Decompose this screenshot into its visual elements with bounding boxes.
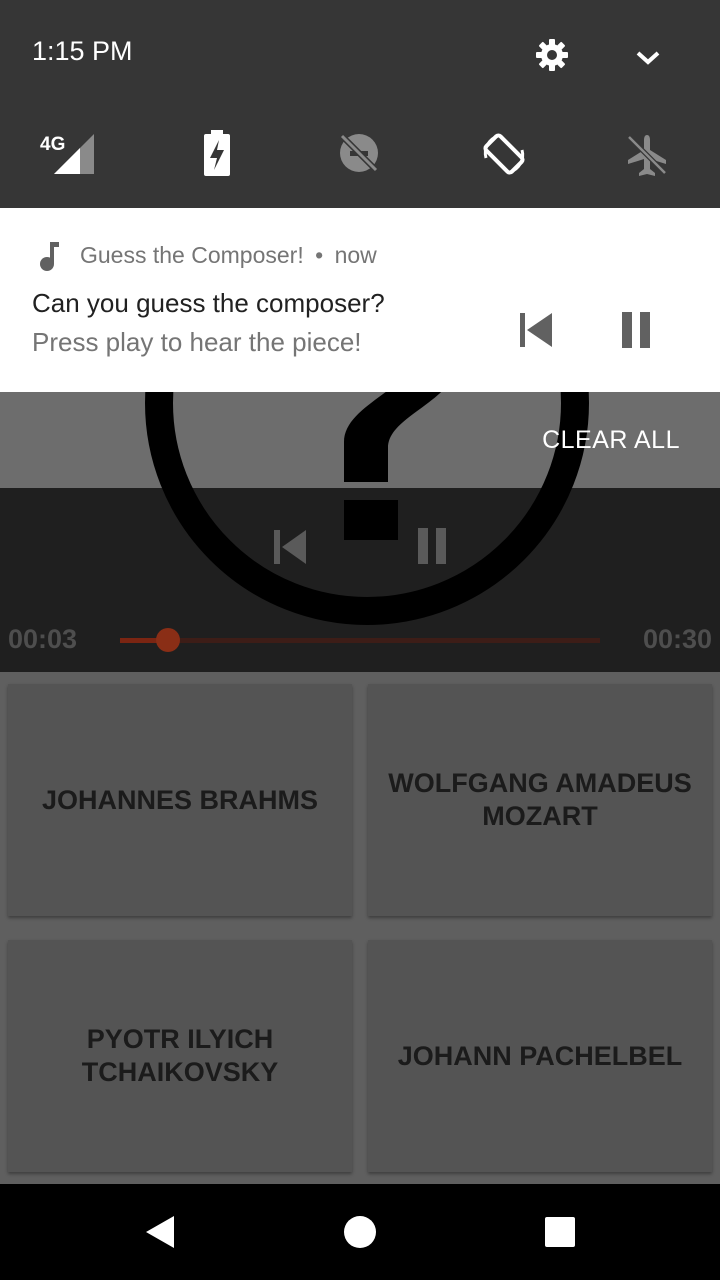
navigation-bar xyxy=(0,1184,720,1280)
skip-previous-button[interactable] xyxy=(266,526,314,570)
signal-4g-icon: 4G xyxy=(40,134,94,174)
seek-bar[interactable] xyxy=(120,628,600,652)
airplane-mode-off-icon xyxy=(627,135,667,176)
settings-icon xyxy=(536,38,568,71)
notification-text: Press play to hear the piece! xyxy=(32,327,362,357)
notification-time: now xyxy=(334,242,377,268)
pause-button[interactable] xyxy=(408,524,456,570)
duration-time: 00:30 xyxy=(642,624,712,654)
battery-tile[interactable] xyxy=(200,128,234,178)
answer-button[interactable]: WOLFGANG AMADEUS MOZART xyxy=(368,684,712,916)
player-controls: 00:03 00:30 xyxy=(0,488,720,672)
network-label: 4G xyxy=(40,134,65,155)
elapsed-time: 00:03 xyxy=(8,624,78,654)
auto-rotate-tile[interactable] xyxy=(478,128,530,180)
answer-button[interactable]: JOHANNES BRAHMS xyxy=(8,684,352,916)
skip-previous-icon xyxy=(520,312,552,347)
notification-skip-previous-button[interactable] xyxy=(512,308,560,354)
clear-all-button[interactable]: CLEAR ALL xyxy=(542,426,680,455)
back-icon xyxy=(146,1216,174,1248)
clock: 1:15 PM xyxy=(32,36,133,66)
answer-button[interactable]: JOHANN PACHELBEL xyxy=(368,940,712,1172)
back-button[interactable] xyxy=(136,1208,184,1256)
recents-button[interactable] xyxy=(536,1208,584,1256)
data-saver-off-icon xyxy=(339,133,379,173)
music-note-icon xyxy=(40,242,59,271)
notification-header: Guess the Composer! • now xyxy=(80,242,377,269)
notification-pause-button[interactable] xyxy=(612,308,660,354)
media-notification[interactable]: Guess the Composer! • now Can you guess … xyxy=(0,208,720,392)
expand-button[interactable] xyxy=(628,40,668,76)
home-button[interactable] xyxy=(336,1208,384,1256)
expand-chevron-icon xyxy=(636,51,660,65)
recents-icon xyxy=(545,1217,575,1247)
seek-thumb[interactable] xyxy=(156,628,180,652)
home-icon xyxy=(344,1216,376,1248)
quick-settings-panel: 1:15 PM 4G xyxy=(0,0,720,208)
settings-button[interactable] xyxy=(530,34,574,78)
signal-tile[interactable]: 4G xyxy=(36,126,100,178)
app-name: Guess the Composer! xyxy=(80,242,304,268)
pause-icon xyxy=(418,527,446,564)
data-saver-tile[interactable] xyxy=(336,130,382,176)
auto-rotate-icon xyxy=(483,133,525,175)
pause-icon xyxy=(622,311,650,348)
airplane-mode-tile[interactable] xyxy=(624,132,670,178)
battery-charging-icon xyxy=(204,130,230,176)
answers-grid: JOHANNES BRAHMS WOLFGANG AMADEUS MOZART … xyxy=(0,672,720,1184)
notification-title: Can you guess the composer? xyxy=(32,288,385,318)
header-separator: • xyxy=(315,242,324,268)
skip-previous-icon xyxy=(274,529,306,564)
answer-button[interactable]: PYOTR ILYICH TCHAIKOVSKY xyxy=(8,940,352,1172)
